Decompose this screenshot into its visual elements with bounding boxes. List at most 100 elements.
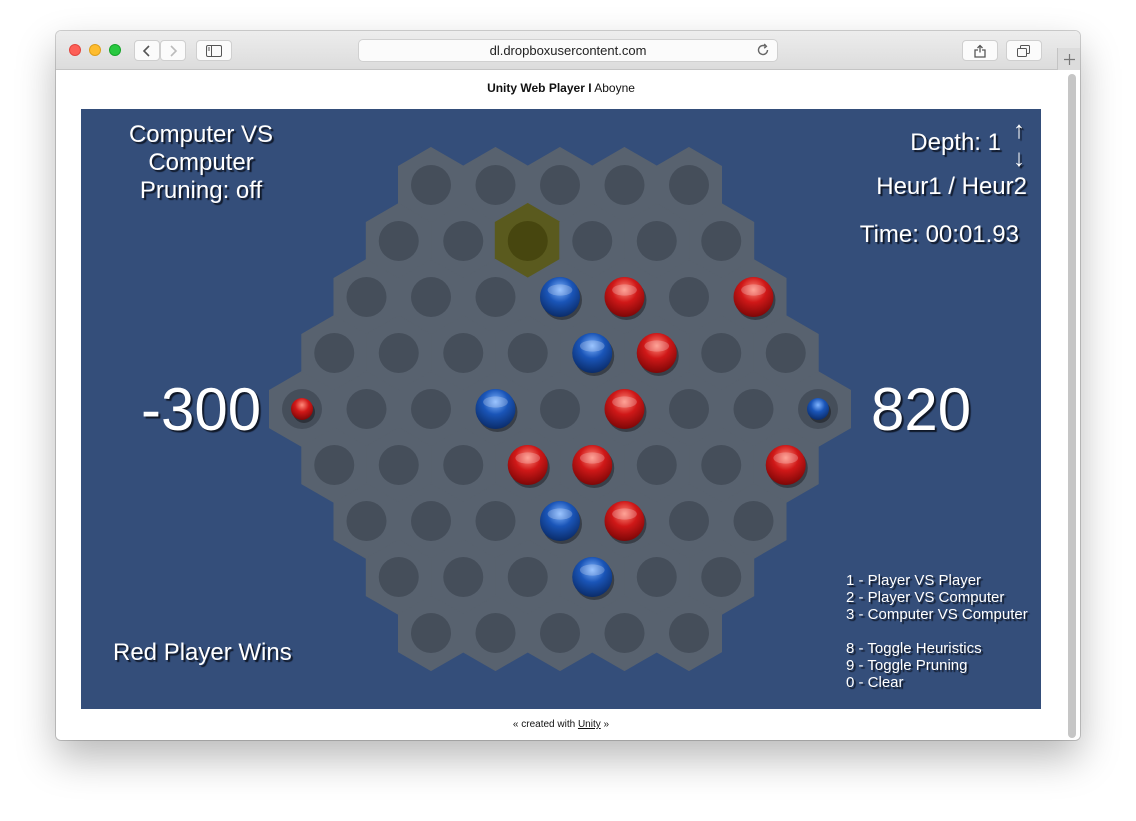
depth-arrows[interactable]: ↑ ↓ (1013, 117, 1025, 173)
red-piece[interactable] (507, 445, 548, 485)
left-score: -300 (141, 376, 262, 443)
piece-highlight (579, 340, 605, 352)
board-hole[interactable] (411, 277, 451, 317)
heuristics-label: Heur1 / Heur2 (876, 173, 1027, 200)
board-hole[interactable] (604, 613, 645, 653)
board-hole[interactable] (701, 221, 742, 261)
board-hole[interactable] (475, 613, 516, 653)
red-piece[interactable] (604, 389, 645, 429)
board-hole[interactable] (636, 445, 677, 485)
board-hole[interactable] (411, 165, 451, 205)
board-hole[interactable] (540, 613, 580, 653)
board-hole[interactable] (507, 557, 548, 597)
board-hole[interactable] (475, 165, 516, 205)
board-hole[interactable] (669, 501, 709, 541)
sidebar-toggle-button[interactable] (196, 40, 232, 61)
blue-piece[interactable] (807, 398, 829, 420)
piece-highlight (483, 396, 508, 408)
menu-item-player-vs-computer: 2 - Player VS Computer (846, 589, 1005, 606)
board-hole[interactable] (636, 557, 677, 597)
game-status: Red Player Wins (113, 639, 292, 666)
board-hole[interactable] (411, 501, 451, 541)
tabs-overview-button[interactable] (1006, 40, 1042, 61)
board-hole[interactable] (378, 333, 419, 373)
address-bar[interactable]: dl.dropboxusercontent.com (358, 39, 778, 62)
board-hole[interactable] (346, 277, 387, 317)
reload-icon[interactable] (756, 43, 770, 57)
board-hole[interactable] (733, 389, 774, 429)
board-hole[interactable] (636, 221, 677, 261)
unity-link[interactable]: Unity (578, 719, 601, 730)
page-content: Unity Web Player I Aboyne Computer VS Co… (56, 70, 1080, 740)
fullscreen-window-button[interactable] (109, 44, 121, 56)
game-mode-line2: Computer (148, 149, 254, 176)
board-hole[interactable] (540, 165, 580, 205)
blue-piece[interactable] (540, 277, 580, 317)
board-hole[interactable] (443, 445, 484, 485)
board-hole[interactable] (507, 333, 548, 373)
board-hole[interactable] (507, 221, 548, 261)
board-hole[interactable] (314, 445, 355, 485)
board-hole[interactable] (475, 501, 516, 541)
blue-piece[interactable] (475, 389, 516, 429)
arrow-up-icon[interactable]: ↑ (1013, 117, 1025, 145)
vertical-scrollbar[interactable] (1068, 74, 1076, 738)
page-header: Unity Web Player I Aboyne (56, 81, 1066, 95)
board-hole[interactable] (669, 277, 709, 317)
board-hole[interactable] (604, 165, 645, 205)
share-button[interactable] (962, 40, 998, 61)
piece-highlight (612, 284, 637, 296)
red-piece[interactable] (604, 277, 645, 317)
game-mode-label: Computer VS Computer Pruning: off (81, 121, 321, 205)
red-piece[interactable] (604, 501, 645, 541)
board-hole[interactable] (540, 389, 580, 429)
red-piece[interactable] (572, 445, 613, 485)
close-window-button[interactable] (69, 44, 81, 56)
back-button[interactable] (134, 40, 160, 61)
board-hole[interactable] (346, 389, 387, 429)
new-tab-button[interactable] (1057, 48, 1080, 70)
arrow-down-icon[interactable]: ↓ (1013, 145, 1025, 173)
board-hole[interactable] (378, 221, 419, 261)
red-piece[interactable] (733, 277, 774, 317)
board-hole[interactable] (411, 613, 451, 653)
board-hole[interactable] (765, 333, 806, 373)
board-hole[interactable] (669, 389, 709, 429)
piece-highlight (612, 508, 637, 520)
menu-item-clear: 0 - Clear (846, 674, 904, 691)
board-hole[interactable] (411, 389, 451, 429)
board-hole[interactable] (443, 221, 484, 261)
board-hole[interactable] (701, 557, 742, 597)
blue-piece[interactable] (572, 333, 613, 373)
board-hole[interactable] (669, 613, 709, 653)
browser-window: dl.dropboxusercontent.com Unity Web Play… (56, 31, 1080, 740)
board-hole[interactable] (733, 501, 774, 541)
board-hole[interactable] (443, 333, 484, 373)
board-hole[interactable] (701, 333, 742, 373)
red-piece[interactable] (765, 445, 806, 485)
board-hole[interactable] (378, 445, 419, 485)
board-hole[interactable] (378, 557, 419, 597)
depth-label: Depth: 1 (910, 129, 1001, 156)
piece-highlight (579, 564, 605, 576)
menu-item-player-vs-player: 1 - Player VS Player (846, 572, 982, 589)
board-hole[interactable] (572, 221, 613, 261)
board-hole[interactable] (701, 445, 742, 485)
game-canvas[interactable]: Computer VS Computer Pruning: off Depth:… (81, 109, 1041, 709)
board-hole[interactable] (475, 277, 516, 317)
red-piece[interactable] (636, 333, 677, 373)
board-hole[interactable] (669, 165, 709, 205)
board-hole[interactable] (443, 557, 484, 597)
timer-label: Time: 00:01.93 (859, 221, 1019, 248)
minimize-window-button[interactable] (89, 44, 101, 56)
board-hole[interactable] (346, 501, 387, 541)
red-piece[interactable] (291, 398, 313, 420)
page-footer: « created with Unity » (56, 719, 1066, 730)
header-player-label: Unity Web Player I (487, 81, 592, 95)
forward-button[interactable] (160, 40, 186, 61)
piece-highlight (515, 452, 541, 464)
blue-piece[interactable] (540, 501, 580, 541)
blue-piece[interactable] (572, 557, 613, 597)
board-hole[interactable] (314, 333, 355, 373)
menu-item-computer-vs-computer: 3 - Computer VS Computer (846, 606, 1028, 623)
